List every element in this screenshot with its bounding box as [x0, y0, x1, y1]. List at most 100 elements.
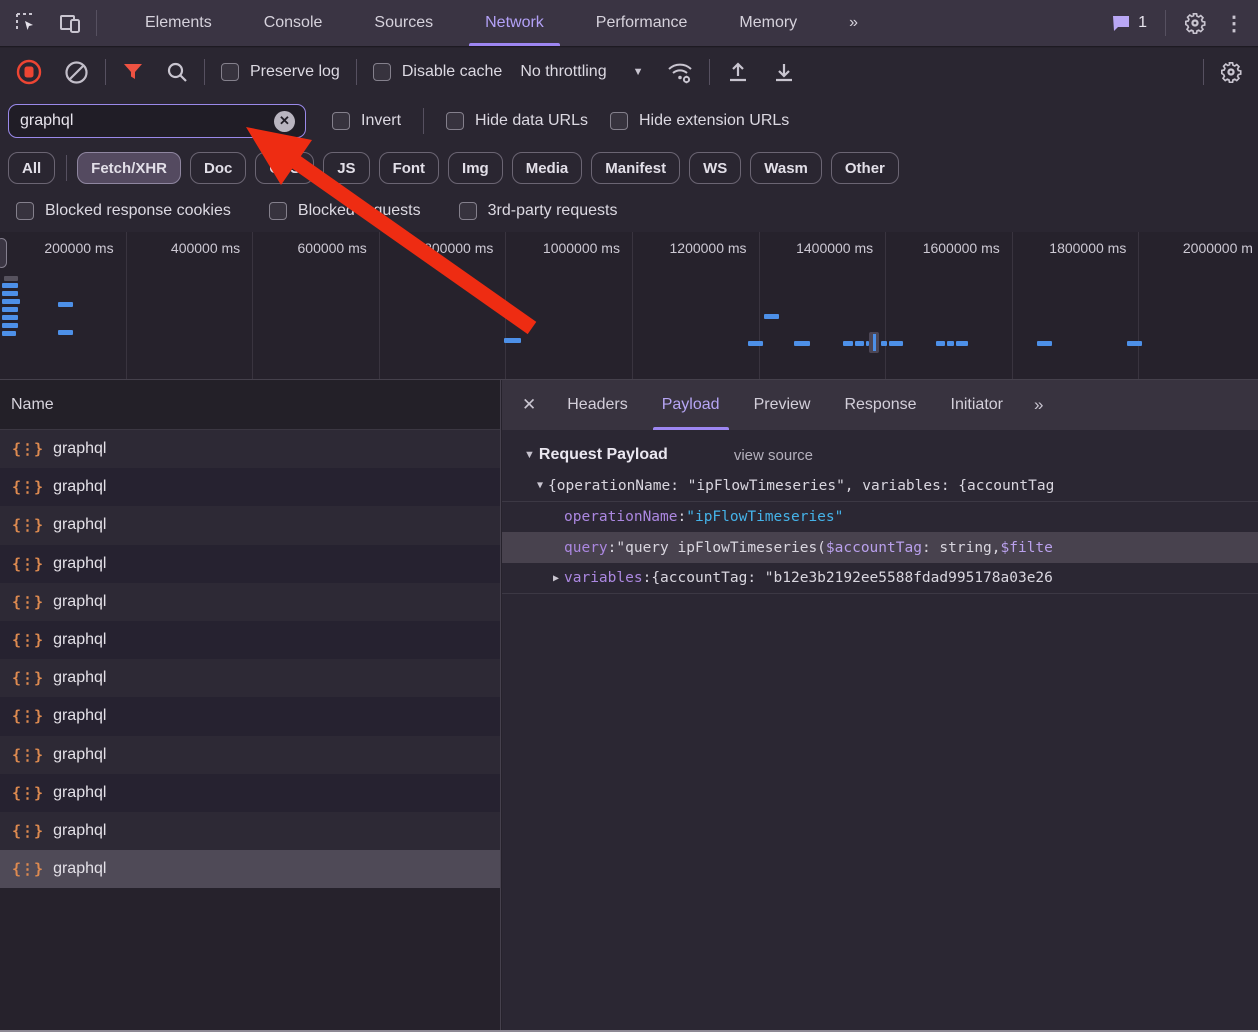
detail-tab-headers[interactable]: Headers [550, 380, 644, 430]
filter-input[interactable]: graphql ✕ [8, 104, 306, 138]
checkbox[interactable] [269, 202, 287, 220]
hide-extension-urls-checkbox[interactable]: Hide extension URLs [610, 112, 789, 130]
json-braces-icon: {⋮} [12, 440, 42, 458]
chip-js[interactable]: JS [323, 152, 369, 184]
export-har-icon[interactable] [772, 60, 796, 84]
request-row[interactable]: {⋮}graphql [0, 774, 500, 812]
more-options-icon[interactable]: ⋮ [1224, 11, 1244, 36]
invert-checkbox[interactable]: Invert [332, 112, 401, 130]
request-row[interactable]: {⋮}graphql [0, 468, 500, 506]
timeline-request-bar [936, 341, 945, 346]
timeline-tick: 1600000 ms [886, 232, 1013, 379]
tab-network[interactable]: Network [459, 0, 570, 46]
payload-colon: : [678, 509, 687, 525]
json-braces-icon: {⋮} [12, 860, 42, 878]
tab-elements[interactable]: Elements [119, 0, 238, 46]
checkbox[interactable] [446, 112, 464, 130]
device-toolbar-icon[interactable] [58, 11, 82, 35]
checkbox[interactable] [332, 112, 350, 130]
blocked-response-cookies-checkbox[interactable]: Blocked response cookies [16, 202, 231, 220]
json-braces-icon: {⋮} [12, 593, 42, 611]
timeline-request-bar [2, 307, 18, 312]
checkbox[interactable] [221, 63, 239, 81]
settings-gear-icon[interactable] [1184, 12, 1206, 34]
close-detail-icon[interactable]: ✕ [502, 395, 550, 415]
collapsed-triangle-icon[interactable]: ▶ [548, 573, 564, 584]
timeline-tick: 400000 ms [127, 232, 254, 379]
network-overview-timeline[interactable]: 200000 ms400000 ms600000 ms800000 ms1000… [0, 232, 1258, 380]
record-network-log-icon[interactable] [16, 59, 42, 85]
checkbox[interactable] [373, 63, 391, 81]
payload-row-query[interactable]: query: "query ipFlowTimeseries($accountT… [502, 532, 1258, 563]
detail-tab-payload[interactable]: Payload [645, 380, 737, 430]
timeline-request-bar [881, 341, 887, 346]
import-har-icon[interactable] [726, 60, 750, 84]
chip-media[interactable]: Media [512, 152, 583, 184]
request-row[interactable]: {⋮}graphql [0, 583, 500, 621]
request-name: graphql [53, 631, 106, 649]
timeline-request-bar [843, 341, 853, 346]
tab-console[interactable]: Console [238, 0, 349, 46]
filter-icon[interactable] [122, 61, 144, 83]
detail-tab-response[interactable]: Response [827, 380, 933, 430]
expanded-triangle-icon[interactable]: ▼ [532, 480, 548, 491]
request-row[interactable]: {⋮}graphql [0, 430, 500, 468]
tab-performance[interactable]: Performance [570, 0, 714, 46]
tab-sources[interactable]: Sources [348, 0, 459, 46]
payload-tree: ▼{operationName: "ipFlowTimeseries", var… [502, 470, 1258, 594]
network-conditions-icon[interactable] [667, 60, 693, 84]
timeline-request-bar [1127, 341, 1142, 346]
preserve-log-checkbox[interactable]: Preserve log [221, 63, 340, 81]
chip-img[interactable]: Img [448, 152, 503, 184]
blocked-response-cookies-label: Blocked response cookies [45, 202, 231, 220]
name-column-header[interactable]: Name [0, 380, 500, 430]
hide-data-urls-checkbox[interactable]: Hide data URLs [446, 112, 588, 130]
more-tabs-icon[interactable]: » [1020, 395, 1055, 415]
request-row[interactable]: {⋮} graphql [0, 850, 500, 888]
request-row[interactable]: {⋮}graphql [0, 545, 500, 583]
timeline-grip[interactable] [0, 238, 7, 268]
clear-filter-icon[interactable]: ✕ [274, 111, 295, 132]
request-row[interactable]: {⋮}graphql [0, 736, 500, 774]
request-detail-panel: ✕ HeadersPayloadPreviewResponseInitiator… [502, 380, 1258, 1032]
request-row[interactable]: {⋮}graphql [0, 812, 500, 850]
request-row[interactable]: {⋮}graphql [0, 506, 500, 544]
checkbox[interactable] [459, 202, 477, 220]
request-name: graphql [53, 860, 106, 878]
network-settings-gear-icon[interactable] [1220, 61, 1242, 83]
chip-manifest[interactable]: Manifest [591, 152, 680, 184]
checkbox[interactable] [610, 112, 628, 130]
payload-row-variables[interactable]: ▶variables: {accountTag: "b12e3b2192ee55… [502, 563, 1258, 594]
request-row[interactable]: {⋮}graphql [0, 659, 500, 697]
third-party-requests-checkbox[interactable]: 3rd-party requests [459, 202, 618, 220]
tab-memory[interactable]: Memory [713, 0, 823, 46]
view-source-link[interactable]: view source [734, 447, 813, 464]
payload-row-operationName[interactable]: operationName: "ipFlowTimeseries" [502, 501, 1258, 532]
chip-all[interactable]: All [8, 152, 55, 184]
chip-doc[interactable]: Doc [190, 152, 246, 184]
timeline-request-bar [2, 299, 20, 304]
collapse-triangle-icon[interactable]: ▼ [524, 449, 535, 461]
more-panels-icon[interactable]: » [823, 0, 882, 46]
request-name: graphql [53, 784, 106, 802]
chip-ws[interactable]: WS [689, 152, 741, 184]
request-row[interactable]: {⋮}graphql [0, 621, 500, 659]
blocked-requests-checkbox[interactable]: Blocked requests [269, 202, 421, 220]
detail-tab-initiator[interactable]: Initiator [934, 380, 1020, 430]
disable-cache-checkbox[interactable]: Disable cache [373, 63, 503, 81]
search-icon[interactable] [166, 61, 188, 83]
checkbox[interactable] [16, 202, 34, 220]
detail-tab-preview[interactable]: Preview [737, 380, 828, 430]
timeline-request-bar [748, 341, 763, 346]
clear-network-log-icon[interactable] [64, 60, 89, 85]
chip-font[interactable]: Font [379, 152, 439, 184]
chip-wasm[interactable]: Wasm [750, 152, 822, 184]
payload-row-root[interactable]: ▼{operationName: "ipFlowTimeseries", var… [502, 470, 1258, 501]
console-messages-badge[interactable]: 1 [1111, 13, 1147, 33]
chip-fetch-xhr[interactable]: Fetch/XHR [77, 152, 181, 184]
inspect-element-icon[interactable] [14, 11, 38, 35]
chip-css[interactable]: CSS [255, 152, 314, 184]
request-row[interactable]: {⋮}graphql [0, 697, 500, 735]
throttling-select[interactable]: No throttling ▼ [518, 63, 651, 81]
chip-other[interactable]: Other [831, 152, 899, 184]
